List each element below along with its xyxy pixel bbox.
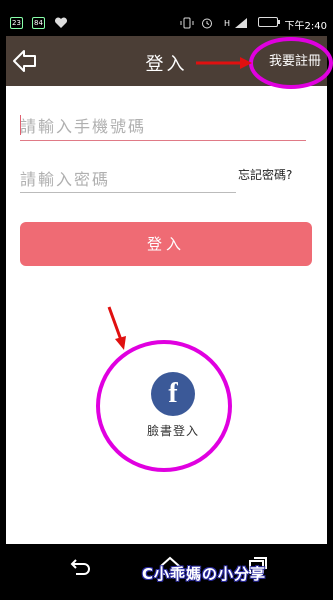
- login-form: 忘記密碼? 登入 f 臉書登入: [6, 86, 327, 544]
- facebook-login-button[interactable]: f 臉書登入: [144, 372, 202, 439]
- signal-icon: [234, 17, 248, 29]
- forgot-password-link[interactable]: 忘記密碼?: [238, 166, 292, 183]
- phone-input[interactable]: [20, 112, 306, 141]
- facebook-icon: f: [151, 372, 195, 416]
- app-header: 登入 我要註冊: [6, 36, 327, 86]
- status-bar: 23 84 H 下午2:40: [0, 11, 333, 36]
- clock: 下午2:40: [284, 21, 327, 32]
- alarm-icon: [200, 17, 214, 29]
- facebook-login-label: 臉書登入: [146, 424, 199, 438]
- network-type-icon: H: [223, 18, 230, 28]
- facebook-icon-letter: f: [168, 378, 178, 409]
- vibrate-icon: [180, 17, 194, 29]
- battery-icon: [258, 17, 280, 27]
- register-link[interactable]: 我要註冊: [269, 50, 321, 69]
- notification-icon: 23: [10, 17, 23, 29]
- heart-icon: [54, 17, 68, 29]
- login-button[interactable]: 登入: [20, 222, 312, 266]
- watermark: C小乖媽の小分享: [142, 565, 267, 583]
- notification-icon: 84: [32, 17, 45, 29]
- back-nav-icon[interactable]: [68, 556, 92, 576]
- password-input[interactable]: [20, 166, 236, 193]
- screen: 23 84 H 下午2:40 登入 我要註冊 忘記密碼? 登入: [0, 0, 333, 600]
- text-caret: [20, 115, 21, 135]
